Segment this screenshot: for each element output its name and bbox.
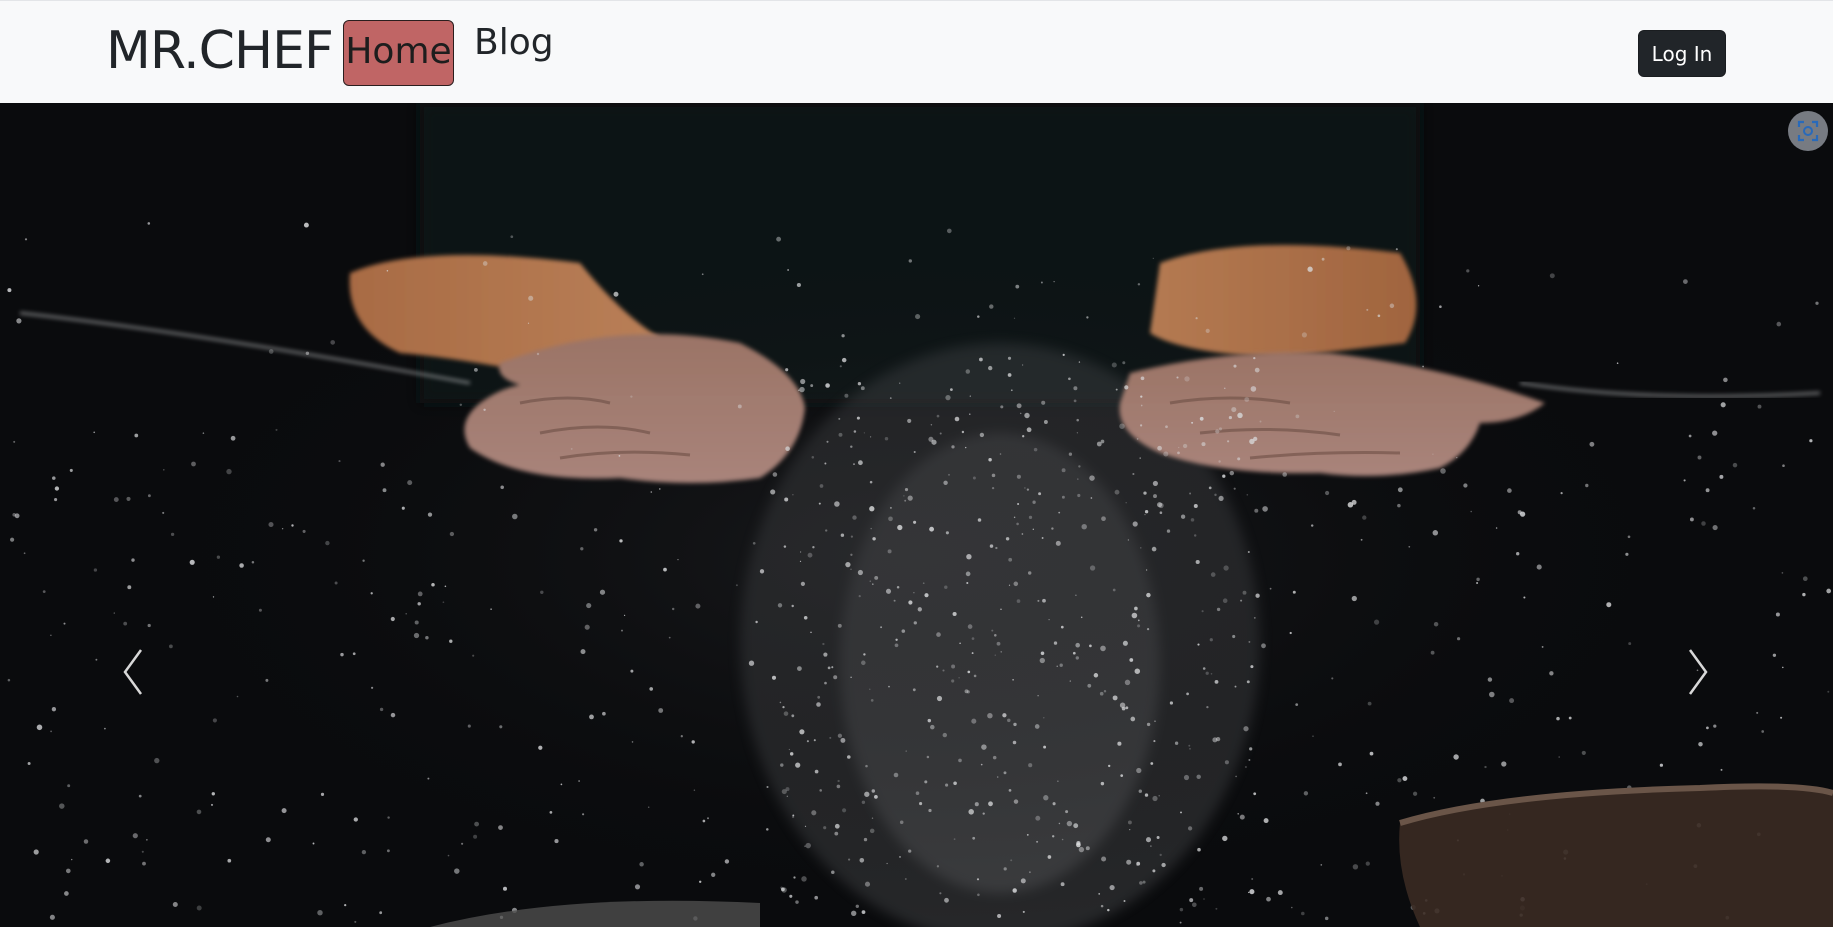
screen-capture-icon [1797, 120, 1819, 142]
carousel-prev-button[interactable] [103, 632, 163, 712]
nav-link-blog[interactable]: Blog [474, 17, 554, 69]
top-navbar: MR.CHEF Home Blog Log In [0, 0, 1833, 103]
hero-carousel [0, 103, 1833, 927]
chevron-right-icon [1688, 649, 1708, 695]
hero-photo [0, 103, 1833, 927]
carousel-next-button[interactable] [1668, 632, 1728, 712]
nav-link-home[interactable]: Home [343, 20, 454, 86]
chevron-left-icon [123, 649, 143, 695]
login-button[interactable]: Log In [1638, 30, 1726, 77]
brand-logo-text[interactable]: MR.CHEF [106, 19, 334, 83]
screen-capture-button[interactable] [1788, 111, 1828, 151]
